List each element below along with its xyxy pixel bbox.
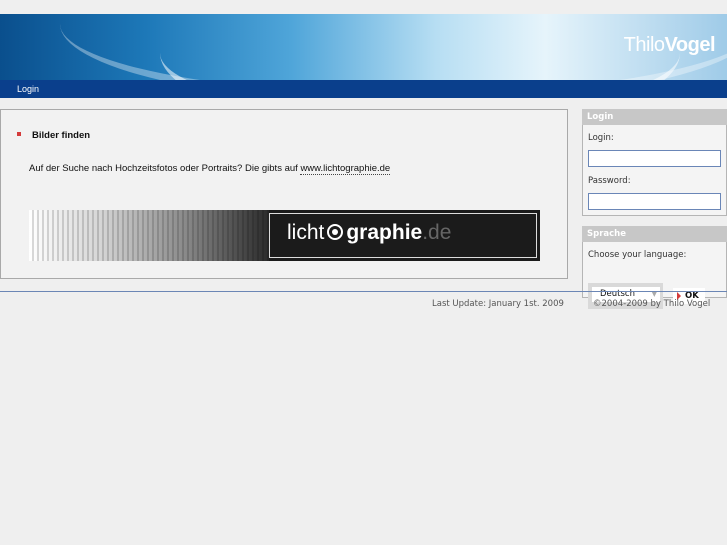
navigation-bar: Login [0,80,727,98]
login-input[interactable] [588,150,721,167]
login-box-title: Login [582,109,727,125]
site-logo[interactable]: ThiloVogel [623,34,716,57]
language-box-body: Choose your language: Deutsch ▼ OK [582,242,727,309]
header-swoosh-decoration [160,14,680,80]
banner-logo-text: licht graphie.de [287,221,451,245]
header-banner: ThiloVogel [0,14,727,80]
nav-link-login[interactable]: Login [17,84,39,94]
bullet-icon [17,132,21,136]
password-label: Password: [588,176,631,186]
banner-word-de: .de [422,221,452,244]
intro-paragraph: Auf der Suche nach Hochzeitsfotos oder P… [29,163,391,175]
intro-text: Auf der Suche nach Hochzeitsfotos oder P… [29,163,301,174]
main-content-box: Bilder finden Auf der Suche nach Hochzei… [0,109,568,279]
section-heading: Bilder finden [32,130,91,141]
lichtographie-banner[interactable]: licht graphie.de [29,210,540,261]
password-input[interactable] [588,193,721,210]
aperture-icon [327,224,344,240]
login-box: Login Login: Password: [582,109,727,216]
last-update-text: Last Update: January 1st. 2009 [432,299,564,309]
language-prompt: Choose your language: [588,250,687,260]
banner-word-graphie: graphie [346,221,423,244]
logo-text-light: Thilo [623,34,665,56]
language-box-title: Sprache [582,226,727,242]
copyright-text: ©2004-2009 by Thilo Vogel [593,299,711,309]
banner-gradient-decoration [29,210,269,261]
footer-divider [0,291,727,292]
logo-text-bold: Vogel [664,34,716,56]
lichtographie-link[interactable]: www.lichtographie.de [300,163,391,175]
banner-word-licht: licht [287,221,325,244]
login-label: Login: [588,133,614,143]
language-box: Sprache Choose your language: Deutsch ▼ O… [582,226,727,309]
login-box-body: Login: Password: [582,125,727,216]
